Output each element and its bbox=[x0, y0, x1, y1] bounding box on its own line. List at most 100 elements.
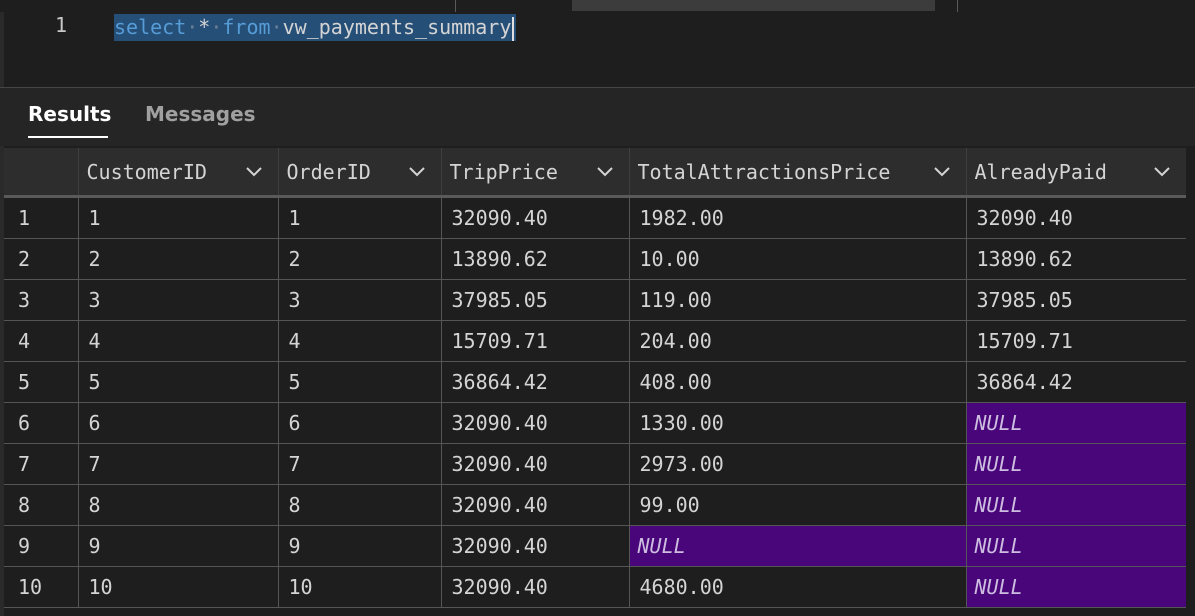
table-cell[interactable]: 36864.42 bbox=[441, 361, 630, 403]
results-grid[interactable]: CustomerID OrderID TripPrice TotalAttrac… bbox=[4, 148, 1190, 608]
table-cell[interactable]: 32090.40 bbox=[441, 525, 630, 567]
table-cell[interactable]: 4 bbox=[78, 320, 279, 362]
view-name: vw_payments_summary bbox=[282, 15, 512, 39]
table-cell[interactable]: 15709.71 bbox=[966, 320, 1187, 362]
table-cell[interactable]: 3 bbox=[278, 279, 442, 321]
table-cell[interactable]: 32090.40 bbox=[441, 443, 630, 485]
text-cursor bbox=[512, 16, 515, 41]
column-header[interactable]: TripPrice bbox=[441, 148, 630, 198]
column-header[interactable]: AlreadyPaid bbox=[966, 148, 1187, 198]
table-row[interactable]: 2 2 2 13890.62 10.00 13890.62 bbox=[4, 238, 1187, 280]
tab-results[interactable]: Results bbox=[28, 102, 111, 126]
chevron-down-icon[interactable] bbox=[244, 161, 264, 181]
row-number-cell[interactable]: 1 bbox=[4, 196, 79, 239]
table-cell[interactable]: 5 bbox=[78, 361, 279, 403]
null-cell[interactable]: NULL bbox=[966, 525, 1187, 567]
toolbar-separator bbox=[957, 0, 958, 12]
table-cell[interactable]: 4680.00 bbox=[629, 566, 967, 608]
table-cell[interactable]: 37985.05 bbox=[966, 279, 1187, 321]
null-cell[interactable]: NULL bbox=[629, 525, 967, 567]
active-tab-indicator bbox=[28, 136, 108, 138]
table-cell[interactable]: 204.00 bbox=[629, 320, 967, 362]
column-header[interactable]: OrderID bbox=[278, 148, 442, 198]
table-cell[interactable]: 9 bbox=[78, 525, 279, 567]
header-row: CustomerID OrderID TripPrice TotalAttrac… bbox=[4, 148, 1187, 198]
star-token: * bbox=[198, 15, 211, 39]
table-cell[interactable]: 32090.40 bbox=[441, 196, 630, 239]
row-number-cell[interactable]: 3 bbox=[4, 279, 79, 321]
null-cell[interactable]: NULL bbox=[966, 566, 1187, 608]
column-header[interactable]: TotalAttractionsPrice bbox=[629, 148, 967, 198]
row-number-cell[interactable]: 6 bbox=[4, 402, 79, 444]
column-header-label: CustomerID bbox=[86, 159, 207, 184]
table-cell[interactable]: 10 bbox=[78, 566, 279, 608]
table-row[interactable]: 1 1 1 32090.40 1982.00 32090.40 bbox=[4, 196, 1187, 239]
table-cell[interactable]: 10.00 bbox=[629, 238, 967, 280]
table-cell[interactable]: 2 bbox=[78, 238, 279, 280]
table-cell[interactable]: 4 bbox=[278, 320, 442, 362]
table-cell[interactable]: 7 bbox=[78, 443, 279, 485]
toolbar-strip bbox=[0, 0, 1195, 12]
table-cell[interactable]: 10 bbox=[278, 566, 442, 608]
line-number: 1 bbox=[55, 13, 68, 37]
table-cell[interactable]: 32090.40 bbox=[966, 196, 1187, 239]
table-row[interactable]: 7 7 7 32090.40 2973.00 NULL bbox=[4, 443, 1187, 485]
table-row[interactable]: 3 3 3 37985.05 119.00 37985.05 bbox=[4, 279, 1187, 321]
table-row[interactable]: 9 9 9 32090.40 NULL NULL bbox=[4, 525, 1187, 567]
grid-body: 1 1 1 32090.40 1982.00 32090.40 2 2 2 13890.62 10.… bbox=[4, 196, 1187, 608]
table-cell[interactable]: 15709.71 bbox=[441, 320, 630, 362]
row-number-cell[interactable]: 2 bbox=[4, 238, 79, 280]
table-cell[interactable]: 119.00 bbox=[629, 279, 967, 321]
null-cell[interactable]: NULL bbox=[966, 402, 1187, 444]
chevron-down-icon[interactable] bbox=[1152, 161, 1172, 181]
table-cell[interactable]: 2 bbox=[278, 238, 442, 280]
toolbar-separator bbox=[455, 0, 456, 12]
column-header-label: OrderID bbox=[286, 159, 371, 184]
table-row[interactable]: 4 4 4 15709.71 204.00 15709.71 bbox=[4, 320, 1187, 362]
table-cell[interactable]: 32090.40 bbox=[441, 566, 630, 608]
table-row[interactable]: 8 8 8 32090.40 99.00 NULL bbox=[4, 484, 1187, 526]
column-header[interactable]: CustomerID bbox=[78, 148, 279, 198]
chevron-down-icon[interactable] bbox=[595, 161, 615, 181]
table-cell[interactable]: 408.00 bbox=[629, 361, 967, 403]
null-cell[interactable]: NULL bbox=[966, 443, 1187, 485]
row-number-cell[interactable]: 5 bbox=[4, 361, 79, 403]
chevron-down-icon[interactable] bbox=[932, 161, 952, 181]
table-row[interactable]: 5 5 5 36864.42 408.00 36864.42 bbox=[4, 361, 1187, 403]
row-number-header[interactable] bbox=[4, 148, 79, 198]
table-cell[interactable]: 7 bbox=[278, 443, 442, 485]
results-tabbar: Results Messages bbox=[0, 88, 1195, 146]
row-number-cell[interactable]: 7 bbox=[4, 443, 79, 485]
table-cell[interactable]: 1330.00 bbox=[629, 402, 967, 444]
table-cell[interactable]: 6 bbox=[278, 402, 442, 444]
row-number-cell[interactable]: 10 bbox=[4, 566, 79, 608]
table-cell[interactable]: 1982.00 bbox=[629, 196, 967, 239]
row-number-cell[interactable]: 4 bbox=[4, 320, 79, 362]
table-cell[interactable]: 5 bbox=[278, 361, 442, 403]
table-cell[interactable]: 37985.05 bbox=[441, 279, 630, 321]
null-cell[interactable]: NULL bbox=[966, 484, 1187, 526]
toolbar-field[interactable] bbox=[572, 0, 935, 11]
row-number-cell[interactable]: 9 bbox=[4, 525, 79, 567]
table-cell[interactable]: 32090.40 bbox=[441, 484, 630, 526]
table-cell[interactable]: 1 bbox=[78, 196, 279, 239]
table-cell[interactable]: 36864.42 bbox=[966, 361, 1187, 403]
row-number-cell[interactable]: 8 bbox=[4, 484, 79, 526]
query-editor[interactable]: 1 select·*·from·vw_payments_summary bbox=[0, 0, 1195, 616]
table-cell[interactable]: 99.00 bbox=[629, 484, 967, 526]
tab-messages[interactable]: Messages bbox=[145, 102, 256, 126]
table-cell[interactable]: 3 bbox=[78, 279, 279, 321]
table-cell[interactable]: 8 bbox=[78, 484, 279, 526]
table-row[interactable]: 10 10 10 32090.40 4680.00 NULL bbox=[4, 566, 1187, 608]
table-cell[interactable]: 2973.00 bbox=[629, 443, 967, 485]
table-cell[interactable]: 9 bbox=[278, 525, 442, 567]
table-cell[interactable]: 8 bbox=[278, 484, 442, 526]
chevron-down-icon[interactable] bbox=[407, 161, 427, 181]
table-cell[interactable]: 1 bbox=[278, 196, 442, 239]
table-row[interactable]: 6 6 6 32090.40 1330.00 NULL bbox=[4, 402, 1187, 444]
table-cell[interactable]: 13890.62 bbox=[441, 238, 630, 280]
table-cell[interactable]: 32090.40 bbox=[441, 402, 630, 444]
table-cell[interactable]: 6 bbox=[78, 402, 279, 444]
table-cell[interactable]: 13890.62 bbox=[966, 238, 1187, 280]
sql-query-line[interactable]: select·*·from·vw_payments_summary bbox=[114, 14, 517, 41]
